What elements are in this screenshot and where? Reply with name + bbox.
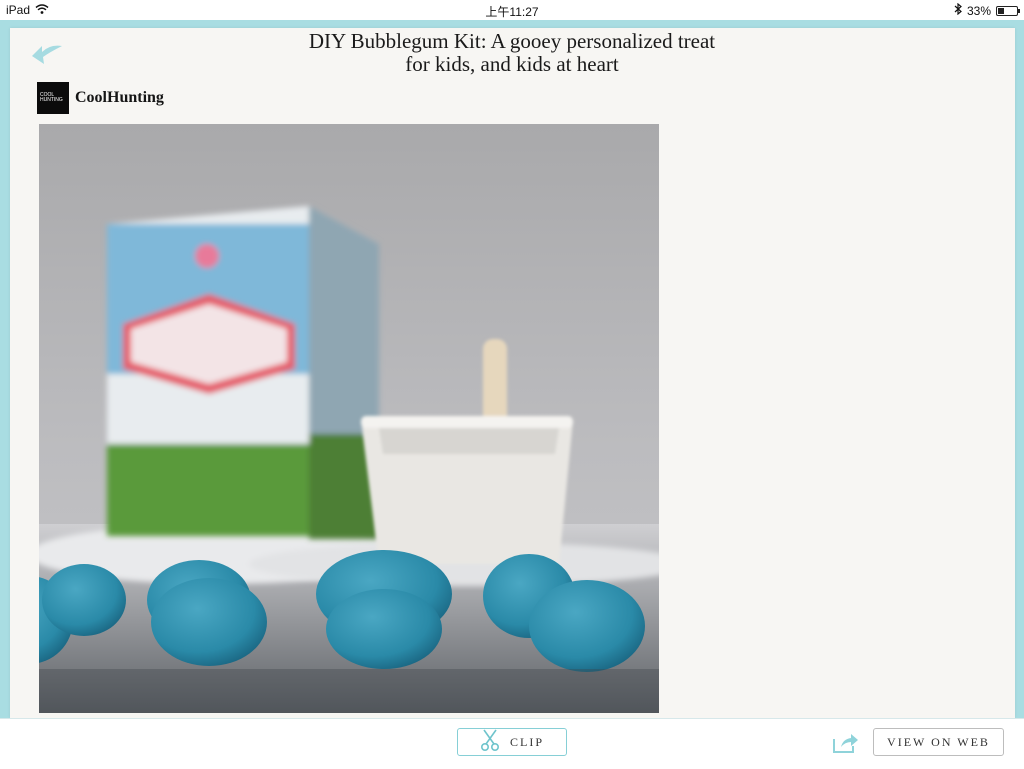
source-name: CoolHunting <box>75 89 164 106</box>
share-button[interactable] <box>831 731 861 755</box>
share-icon <box>833 734 858 753</box>
article-title-line1: DIY Bubblegum Kit: A gooey personalized … <box>308 29 716 53</box>
source-logo-line2: HUNTING <box>40 97 63 103</box>
scissors-icon <box>480 729 500 755</box>
clip-button[interactable]: CLIP <box>457 728 567 756</box>
back-button[interactable] <box>28 40 66 68</box>
status-time: 上午11:27 <box>485 5 539 19</box>
bluetooth-icon <box>954 2 962 18</box>
article-source[interactable]: COOL HUNTING CoolHunting <box>37 82 164 114</box>
bottom-toolbar: CLIP VIEW ON WEB <box>0 718 1024 769</box>
battery-percent: 33% <box>966 3 991 18</box>
clip-label: CLIP <box>509 734 544 749</box>
view-on-web-button[interactable]: VIEW ON WEB <box>873 728 1004 756</box>
article-photo <box>39 124 659 713</box>
battery-icon <box>996 5 1020 16</box>
source-logo: COOL HUNTING <box>37 82 69 114</box>
status-bar: iPad 上午11:27 33% <box>0 0 1024 20</box>
status-right: 33% <box>954 2 1020 18</box>
article-title-line2: for kids, and kids at heart <box>405 52 619 76</box>
view-on-web-label: VIEW ON WEB <box>887 734 990 749</box>
article-title: DIY Bubblegum Kit: A gooey personalized … <box>262 30 762 76</box>
back-arrow-icon <box>32 45 62 64</box>
